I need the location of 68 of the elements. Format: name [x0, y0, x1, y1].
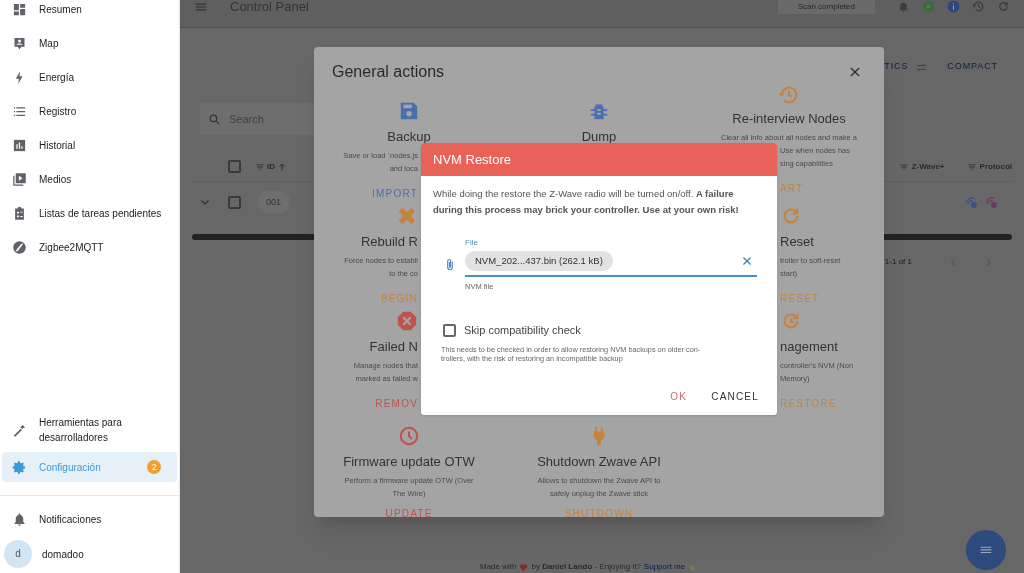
action-title: Dump — [581, 129, 617, 144]
action-title: Failed N — [369, 339, 418, 354]
count-badge: 2 — [147, 460, 161, 474]
settings-icon — [12, 459, 27, 475]
support-link[interactable]: Support me — [643, 562, 686, 572]
dashboard-icon — [12, 1, 27, 17]
checkbox[interactable] — [443, 324, 456, 337]
info-icon[interactable] — [947, 0, 960, 13]
sidebar-item[interactable]: Resumen — [2, 0, 177, 26]
sidebar-item[interactable]: Listas de tareas pendientes — [2, 196, 177, 230]
notifications-item[interactable]: Notificaciones — [0, 502, 179, 536]
refresh-icon[interactable] — [997, 0, 1010, 13]
file-field[interactable]: File NVM_202...437.bin (262.1 kB) — [465, 238, 757, 277]
avatar: d — [4, 540, 32, 568]
user-item[interactable]: d domadoo — [0, 536, 179, 572]
column-header[interactable]: Z-Wave+ — [898, 160, 945, 173]
heart-icon — [519, 562, 529, 572]
sidebar-item[interactable]: Energía — [2, 60, 177, 94]
circle-slash-icon — [12, 239, 27, 255]
signal-icon — [964, 195, 978, 209]
sort-up-icon — [277, 161, 287, 172]
footer-text: Made with — [480, 562, 517, 572]
close-icon[interactable] — [848, 65, 862, 79]
id-chip: 001 — [257, 191, 291, 213]
sidebar-item[interactable]: Registro — [2, 94, 177, 128]
sidebar-item[interactable]: Configuración 2 — [2, 452, 177, 482]
action-button[interactable]: REMOV — [375, 398, 418, 410]
close-icon[interactable] — [741, 255, 753, 267]
bar-chart-icon — [12, 137, 27, 153]
field-label: File — [465, 238, 479, 248]
action-button[interactable]: UPDATE — [385, 508, 433, 520]
warning-message: While doing the restore the Z-Wave radio will be turned on/off. A failure during this process may brick your controller. Use at your own risk! — [433, 187, 740, 217]
action-title: Shutdown Zwave API — [537, 454, 661, 469]
action-title: nagement — [780, 339, 838, 354]
history-icon[interactable] — [972, 0, 985, 13]
pagination-label: 1-1 of 1 — [884, 256, 912, 268]
column-header[interactable]: ID — [255, 160, 287, 173]
menu-fab[interactable] — [966, 530, 1006, 570]
action-title: Backup — [387, 129, 431, 144]
sidebar-item[interactable]: Historial — [2, 128, 177, 162]
sidebar-item[interactable]: Medios — [2, 162, 177, 196]
sidebar-item[interactable]: Map — [2, 26, 177, 60]
signal-icon — [984, 195, 998, 209]
file-chip: NVM_202...437.bin (262.1 kB) — [465, 251, 613, 271]
play-icon — [12, 171, 27, 187]
action-title: Rebuild R — [360, 234, 418, 249]
hammer-icon — [12, 422, 27, 438]
compact-link[interactable]: COMPACT — [947, 60, 998, 74]
search-icon — [208, 112, 221, 126]
swap-icon — [916, 61, 928, 73]
row-checkbox[interactable] — [228, 195, 241, 209]
statistics-link[interactable]: TICS — [884, 60, 909, 74]
sidebar-item[interactable]: Zigbee2MQTT — [2, 230, 177, 264]
cancel-button[interactable]: CANCEL — [701, 384, 769, 409]
action-title: Firmware update OTW — [343, 454, 475, 469]
ok-button[interactable]: OK — [660, 384, 698, 409]
action-title: Re-interview Nodes — [732, 111, 846, 126]
skip-check-option[interactable]: Skip compatibility check — [443, 322, 777, 339]
dialog-title: General actions — [332, 62, 445, 82]
dialog-title: NVM Restore — [433, 150, 512, 169]
sidebar-item[interactable]: Herramientas para desarrolladores — [2, 408, 177, 452]
action-button[interactable]: IMPORT — [372, 188, 418, 200]
action-title: Reset — [780, 234, 814, 249]
select-all-checkbox[interactable] — [228, 160, 241, 173]
column-header[interactable]: Protocol — [966, 160, 1012, 173]
map-icon — [12, 35, 27, 51]
clipboard-icon — [12, 205, 27, 221]
bell-icon — [12, 511, 27, 527]
